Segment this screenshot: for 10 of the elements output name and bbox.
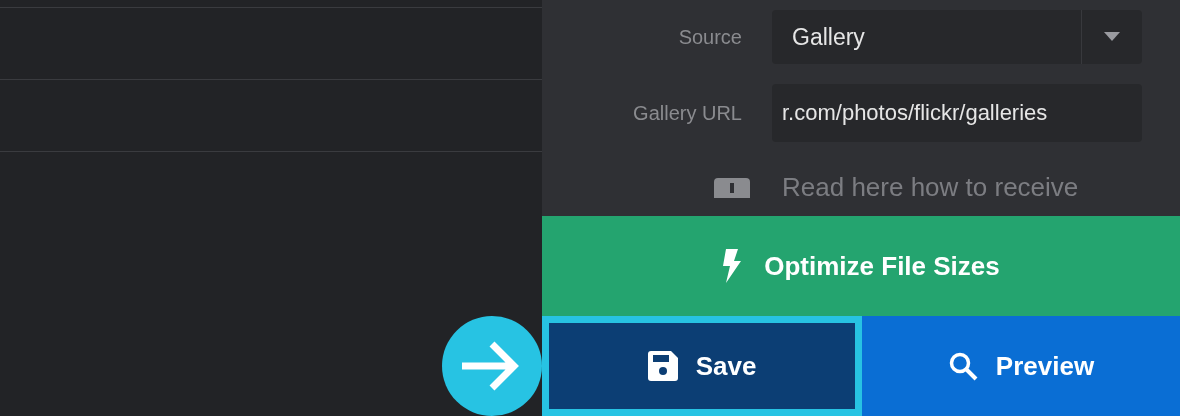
field-label: Source <box>677 25 742 49</box>
url-input-field[interactable]: r.com/photos/flickr/galleries <box>772 84 1142 142</box>
search-icon <box>947 351 978 381</box>
preview-button[interactable]: Preview <box>862 316 1180 416</box>
lightning-icon <box>722 249 743 283</box>
save-icon <box>647 351 678 381</box>
dropdown-caret-icon <box>1104 32 1120 42</box>
save-button[interactable]: Save <box>542 316 862 416</box>
source-dropdown[interactable]: Gallery <box>772 10 1142 64</box>
field-label: Gallery URL <box>632 101 742 125</box>
